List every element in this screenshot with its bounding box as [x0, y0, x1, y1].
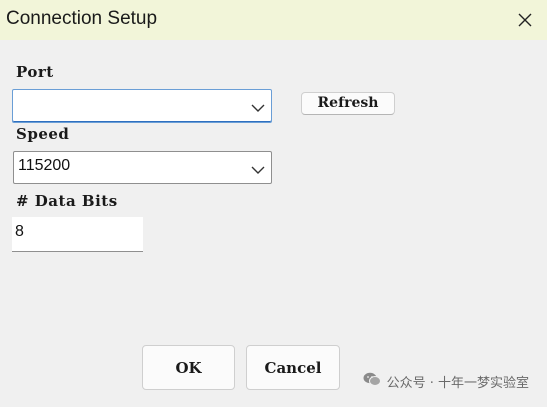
- watermark: 公众号 · 十年一梦实验室: [363, 372, 529, 391]
- window-title: Connection Setup: [6, 8, 158, 29]
- chevron-down-icon: [251, 100, 265, 118]
- connection-setup-dialog: Connection Setup Port Refresh Speed 1152…: [0, 0, 547, 407]
- speed-label: Speed: [16, 125, 70, 143]
- wechat-icon: [363, 372, 381, 391]
- watermark-text: 公众号 · 十年一梦实验室: [386, 376, 529, 391]
- port-dropdown[interactable]: [12, 89, 272, 123]
- cancel-button[interactable]: Cancel: [246, 345, 340, 390]
- data-bits-value: 8: [15, 223, 24, 240]
- close-button[interactable]: [503, 0, 547, 40]
- speed-value: 115200: [18, 157, 71, 174]
- speed-dropdown[interactable]: 115200: [13, 151, 272, 184]
- title-bar: Connection Setup: [0, 0, 547, 40]
- refresh-button-label: Refresh: [317, 95, 379, 111]
- close-icon: [517, 12, 533, 28]
- chevron-down-icon: [251, 162, 265, 180]
- refresh-button[interactable]: Refresh: [301, 92, 395, 115]
- ok-button[interactable]: OK: [142, 345, 235, 390]
- port-label: Port: [16, 63, 54, 81]
- cancel-button-label: Cancel: [264, 358, 322, 377]
- data-bits-label: # Data Bits: [16, 192, 118, 210]
- ok-button-label: OK: [175, 358, 202, 377]
- data-bits-input[interactable]: 8: [12, 217, 143, 252]
